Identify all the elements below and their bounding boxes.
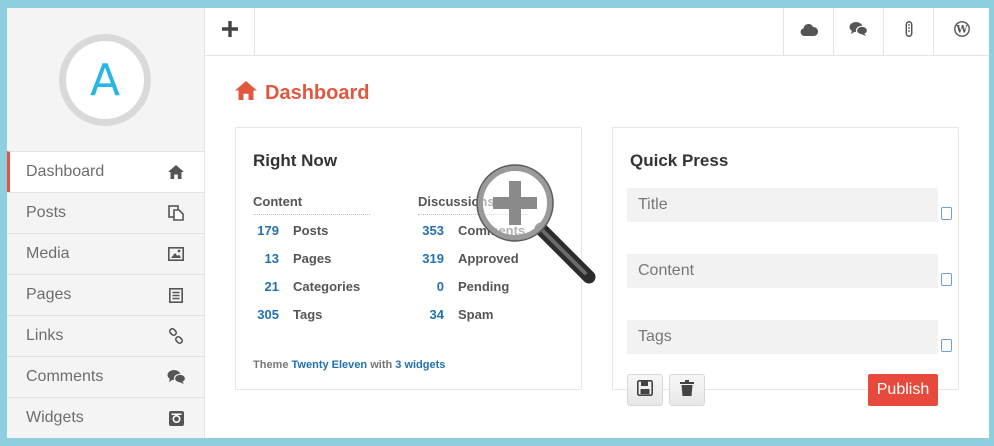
content-label[interactable]: Tags xyxy=(293,307,322,322)
thermometer-icon xyxy=(905,21,913,42)
home-icon xyxy=(235,80,257,106)
content-divider xyxy=(253,214,370,215)
top-bar: W xyxy=(205,8,989,56)
sidebar-item-label: Pages xyxy=(26,286,72,303)
autofill-icon[interactable] xyxy=(941,339,952,352)
avatar-area: A xyxy=(7,8,204,151)
quick-press-title: Quick Press xyxy=(630,151,729,170)
content-label[interactable]: Posts xyxy=(293,223,328,238)
cloud-button[interactable] xyxy=(783,8,833,55)
sidebar-item-label: Links xyxy=(26,327,64,344)
autofill-icon[interactable] xyxy=(941,273,952,286)
widgets-icon xyxy=(166,409,186,427)
save-icon xyxy=(637,379,653,401)
publish-button[interactable]: Publish xyxy=(868,374,938,406)
content-placeholder: Content xyxy=(638,262,695,279)
theme-middle: with xyxy=(370,359,393,371)
svg-text:W: W xyxy=(955,25,968,36)
content-heading: Content xyxy=(253,194,303,209)
sidebar-item-links[interactable]: Links xyxy=(7,315,204,356)
discussion-count[interactable]: 34 xyxy=(414,307,444,322)
right-now-title: Right Now xyxy=(253,151,338,170)
content-field[interactable]: Content xyxy=(627,254,938,288)
add-new-button[interactable] xyxy=(205,8,255,55)
theme-info: Theme Twenty Eleven with 3 widgets xyxy=(253,359,445,371)
discussion-count[interactable]: 353 xyxy=(414,223,444,238)
sidebar: A Dashboard Posts Media Pages Links Comm… xyxy=(7,8,205,438)
content-count[interactable]: 13 xyxy=(249,251,279,266)
content-label[interactable]: Pages xyxy=(293,251,331,266)
sidebar-item-label: Comments xyxy=(26,368,104,385)
content-count[interactable]: 179 xyxy=(249,223,279,238)
tags-placeholder: Tags xyxy=(638,328,672,345)
sidebar-item-label: Dashboard xyxy=(26,163,105,180)
widgets-link[interactable]: 3 widgets xyxy=(395,359,445,371)
delete-button[interactable] xyxy=(669,374,705,406)
home-icon xyxy=(166,163,186,181)
page-title: Dashboard xyxy=(235,80,370,106)
page-title-text: Dashboard xyxy=(265,81,370,104)
app-frame: A Dashboard Posts Media Pages Links Comm… xyxy=(7,8,989,438)
quick-press-panel: Quick Press Title Content Tags Publish xyxy=(612,127,959,406)
page-icon xyxy=(166,286,186,304)
sidebar-item-media[interactable]: Media xyxy=(7,233,204,274)
tags-field[interactable]: Tags xyxy=(627,320,938,354)
discussion-count[interactable]: 319 xyxy=(414,251,444,266)
comments-button[interactable] xyxy=(833,8,883,55)
sidebar-item-label: Posts xyxy=(26,204,67,221)
save-draft-button[interactable] xyxy=(627,374,663,406)
cloud-icon xyxy=(800,23,818,41)
plus-icon xyxy=(221,21,238,42)
wordpress-icon: W xyxy=(953,21,970,42)
sidebar-item-widgets[interactable]: Widgets xyxy=(7,397,204,438)
sidebar-item-dashboard[interactable]: Dashboard xyxy=(7,151,204,192)
comments-icon xyxy=(849,21,869,42)
discussion-count[interactable]: 0 xyxy=(414,279,444,294)
autofill-icon[interactable] xyxy=(941,207,952,220)
sidebar-item-posts[interactable]: Posts xyxy=(7,192,204,233)
content-label[interactable]: Categories xyxy=(293,279,360,294)
content-count[interactable]: 21 xyxy=(249,279,279,294)
title-field[interactable]: Title xyxy=(627,188,938,222)
link-icon xyxy=(166,327,186,345)
avatar[interactable]: A xyxy=(59,34,151,126)
image-icon xyxy=(166,245,186,263)
posts-icon xyxy=(166,204,186,222)
trash-icon xyxy=(680,379,694,401)
sidebar-item-pages[interactable]: Pages xyxy=(7,274,204,315)
theme-prefix: Theme xyxy=(253,359,289,371)
thermometer-button[interactable] xyxy=(883,8,933,55)
discussion-label[interactable]: Spam xyxy=(458,307,493,322)
sidebar-item-label: Widgets xyxy=(26,409,84,426)
sidebar-item-comments[interactable]: Comments xyxy=(7,356,204,397)
theme-name-link[interactable]: Twenty Eleven xyxy=(292,359,368,371)
sidebar-item-label: Media xyxy=(26,245,70,262)
zoom-magnifier-icon[interactable] xyxy=(473,161,603,291)
title-placeholder: Title xyxy=(638,196,668,213)
content-count[interactable]: 305 xyxy=(249,307,279,322)
wordpress-button[interactable]: W xyxy=(933,8,989,55)
comments-icon xyxy=(166,368,186,386)
